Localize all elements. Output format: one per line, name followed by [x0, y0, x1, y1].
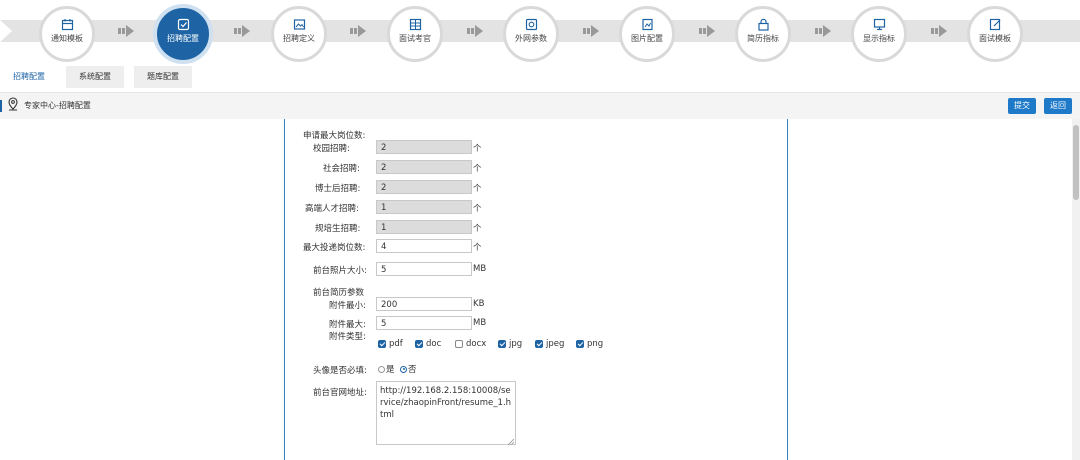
step-arrow-icon [118, 24, 134, 38]
image-frame-icon [293, 18, 306, 31]
edit-check-icon [177, 18, 190, 31]
attach-type-pdf-checkbox[interactable]: pdf [378, 339, 403, 351]
calendar-icon [61, 18, 74, 31]
attach-type-png-checkbox[interactable]: png [576, 339, 603, 351]
lock-icon [757, 18, 770, 31]
avatar-required-label: 头像是否必填: [313, 366, 367, 376]
photo-size-label: 前台照片大小: [313, 266, 367, 276]
unit-label: MB [473, 264, 487, 274]
wizard-bar: 通知模板 招聘配置 招聘定义 面试考官 外网参数 图片配置 简历指标 显示指标 … [0, 0, 1080, 64]
wizard-step-label: 面试模板 [979, 34, 1011, 43]
unit-label: 个 [473, 164, 482, 174]
unit-label: 个 [473, 224, 482, 234]
breadcrumb-bar: 专家中心-招聘配置 提交 返回 [0, 92, 1080, 119]
postdoc-label: 博士后招聘: [315, 184, 361, 194]
resume-params-title: 前台简历参数 [313, 288, 365, 298]
max-positions-title: 申请最大岗位数: [303, 131, 366, 141]
wizard-step-label: 显示指标 [863, 34, 895, 43]
wizard-step-label: 面试考官 [399, 34, 431, 43]
attach-type-jpeg-checkbox[interactable]: jpeg [535, 339, 564, 351]
max-submit-input[interactable]: 4 [376, 239, 472, 253]
wizard-step-recruit-config[interactable]: 招聘配置 [153, 4, 213, 64]
wizard-step-image-config[interactable]: 图片配置 [619, 6, 675, 62]
unit-label: 个 [473, 184, 482, 194]
step-arrow-icon [699, 24, 715, 38]
breadcrumb: 专家中心-招聘配置 [24, 101, 91, 110]
wizard-step-label: 招聘配置 [167, 34, 199, 43]
attach-max-input[interactable]: 5 [376, 316, 472, 330]
unit-label: MB [473, 318, 487, 328]
wizard-step-label: 简历指标 [747, 34, 779, 43]
trainee-label: 规培生招聘: [315, 224, 361, 234]
step-arrow-icon [350, 24, 366, 38]
wizard-step-label: 招聘定义 [283, 34, 315, 43]
site-url-textarea[interactable]: http://192.168.2.158:10008/service/zhaop… [376, 381, 516, 446]
unit-label: KB [473, 299, 485, 309]
talent-max-input[interactable]: 1 [376, 200, 472, 214]
location-pin-icon [7, 97, 19, 111]
wizard-step-label: 外网参数 [515, 34, 547, 43]
unit-label: 个 [473, 204, 482, 214]
vertical-scrollbar[interactable] [1072, 119, 1080, 460]
wizard-step-label: 通知模板 [51, 34, 83, 43]
campus-label: 校园招聘: [313, 144, 350, 154]
attach-max-label: 附件最大: [329, 320, 366, 330]
wizard-step-recruit-definition[interactable]: 招聘定义 [271, 6, 327, 62]
submit-button[interactable]: 提交 [1008, 98, 1036, 114]
attach-type-docx-checkbox[interactable]: docx [455, 339, 486, 351]
tab-question-bank-config[interactable]: 题库配置 [134, 66, 192, 88]
tab-system-config[interactable]: 系统配置 [66, 66, 124, 88]
attach-type-label: 附件类型: [329, 332, 366, 342]
step-arrow-icon [583, 24, 599, 38]
wizard-step-interview-template[interactable]: 面试模板 [967, 6, 1023, 62]
avatar-required-no-radio[interactable]: 否 [400, 363, 417, 375]
social-label: 社会招聘: [323, 164, 360, 174]
unit-label: 个 [473, 243, 482, 253]
step-arrow-icon [467, 24, 483, 38]
screen-icon [873, 18, 886, 31]
resize-grip-icon[interactable] [507, 437, 515, 446]
max-submit-label: 最大投递岗位数: [303, 243, 366, 253]
talent-label: 高端人才招聘: [305, 204, 359, 214]
step-arrow-icon [234, 24, 250, 38]
wizard-step-external-params[interactable]: 外网参数 [503, 6, 559, 62]
trainee-max-input[interactable]: 1 [376, 220, 472, 234]
campus-max-input[interactable]: 2 [376, 140, 472, 154]
wizard-step-display-indicators[interactable]: 显示指标 [851, 6, 907, 62]
scrollbar-thumb[interactable] [1073, 125, 1079, 200]
attach-type-jpg-checkbox[interactable]: jpg [498, 339, 522, 351]
postdoc-max-input[interactable]: 2 [376, 180, 472, 194]
step-arrow-icon [931, 24, 947, 38]
wizard-step-interviewers[interactable]: 面试考官 [387, 6, 443, 62]
wizard-step-notice-template[interactable]: 通知模板 [39, 6, 95, 62]
avatar-required-yes-radio[interactable]: 是 [378, 363, 395, 375]
attach-min-input[interactable]: 200 [376, 297, 472, 311]
step-arrow-icon [815, 24, 831, 38]
wizard-step-resume-indicators[interactable]: 简历指标 [735, 6, 791, 62]
social-max-input[interactable]: 2 [376, 160, 472, 174]
tab-recruit-config[interactable]: 招聘配置 [0, 66, 58, 88]
attach-min-label: 附件最小: [329, 301, 366, 311]
grid-icon [409, 18, 422, 31]
picture-icon [641, 18, 654, 31]
content-area: 申请最大岗位数: 校园招聘: 2 个 社会招聘: 2 个 博士后招聘: 2 个 … [0, 119, 1072, 460]
doc-edit-icon [989, 18, 1002, 31]
back-button[interactable]: 返回 [1044, 98, 1072, 114]
monitor-icon [525, 18, 538, 31]
site-url-label: 前台官网地址: [313, 388, 367, 398]
config-form: 申请最大岗位数: 校园招聘: 2 个 社会招聘: 2 个 博士后招聘: 2 个 … [284, 119, 788, 460]
attach-type-doc-checkbox[interactable]: doc [415, 339, 441, 351]
photo-size-input[interactable]: 5 [376, 262, 472, 276]
wizard-step-label: 图片配置 [631, 34, 663, 43]
unit-label: 个 [473, 144, 482, 154]
